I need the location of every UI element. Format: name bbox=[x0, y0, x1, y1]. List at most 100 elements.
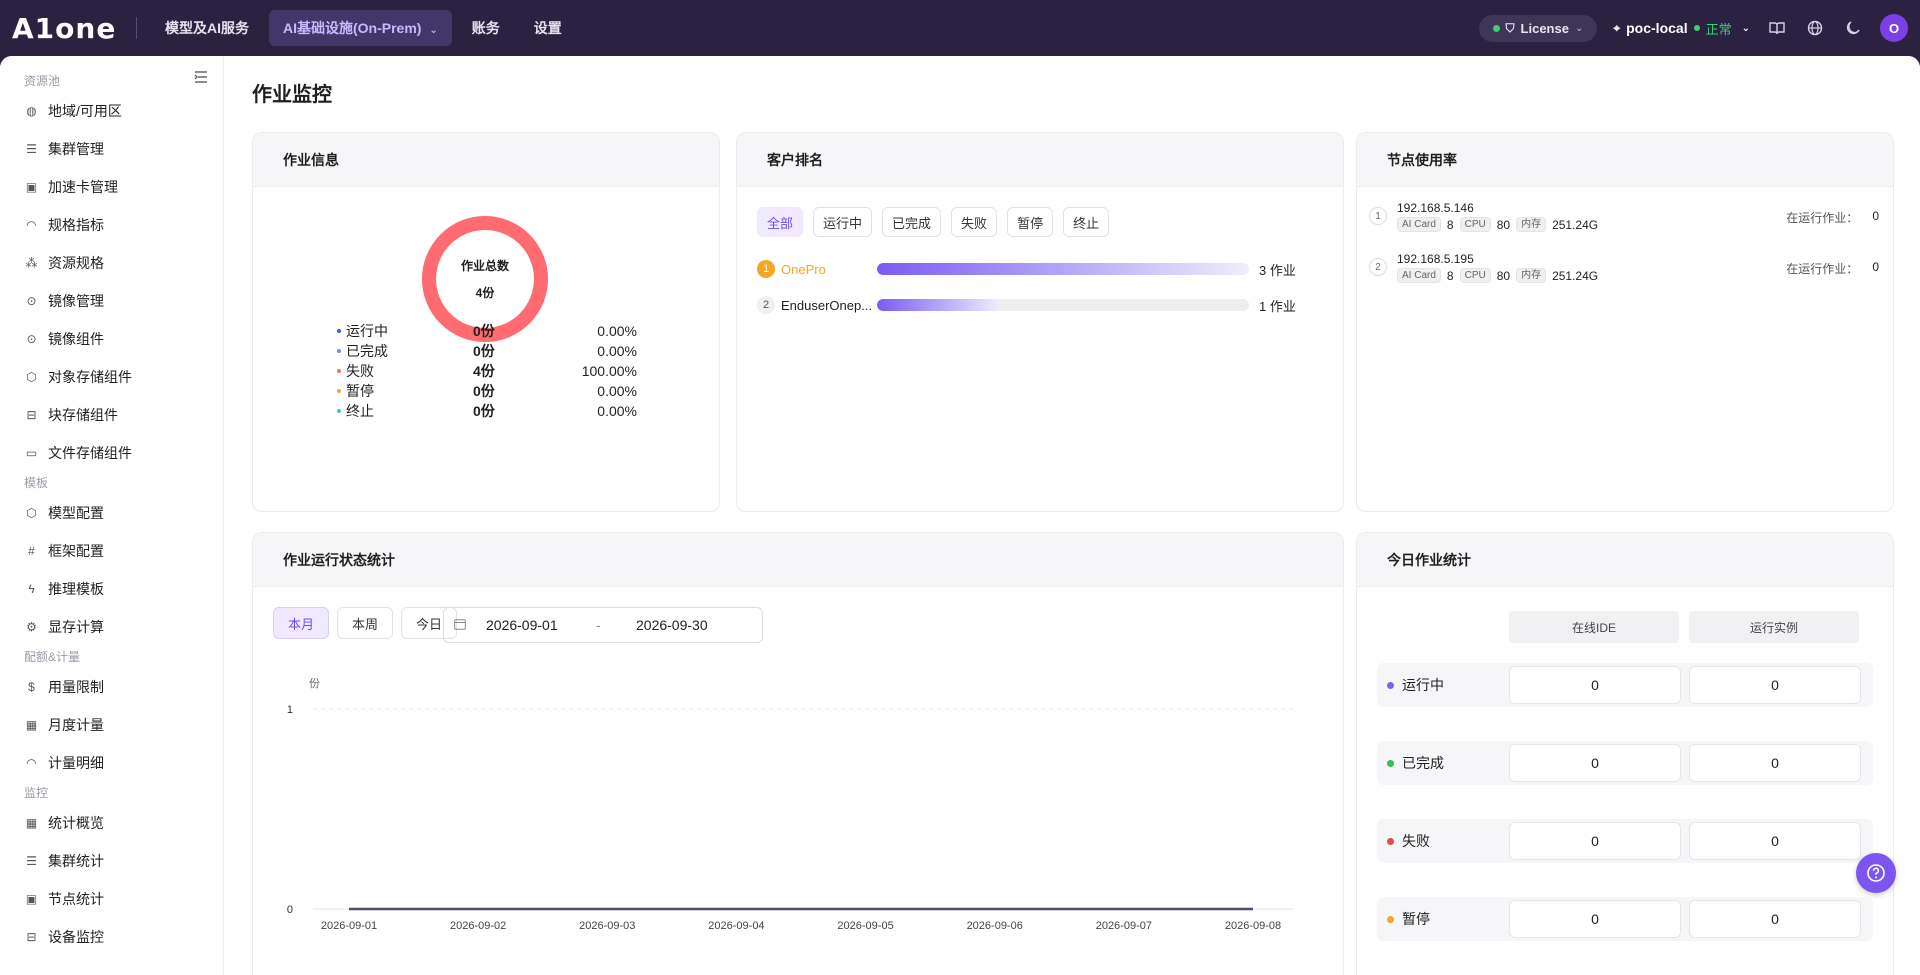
today-stats-card: 今日作业统计 在线IDE 运行实例 运行中 0 0 已完成 0 0 失败 0 0 暂停 0 0 bbox=[1356, 532, 1894, 975]
sidebar-item[interactable]: ⊟ 设备监控 bbox=[0, 918, 224, 956]
moon-icon[interactable] bbox=[1842, 17, 1864, 39]
total-jobs-label: 作业总数 bbox=[460, 259, 509, 273]
nav-billing[interactable]: 账务 bbox=[458, 10, 514, 46]
folder-icon: ▭ bbox=[25, 446, 38, 460]
license-button[interactable]: ⛉ License ⌄ bbox=[1478, 14, 1598, 42]
server-icon: ☰ bbox=[26, 142, 37, 156]
sidebar-item[interactable]: ⬡ 模型配置 bbox=[0, 494, 224, 532]
env-status-dot-icon bbox=[1693, 25, 1700, 31]
env-selector[interactable]: ⌖ poc-local 正常 ⌄ bbox=[1613, 19, 1750, 38]
online-ide-count: 0 bbox=[1509, 822, 1681, 860]
sidebar-item[interactable]: ▦ 统计概览 bbox=[0, 804, 224, 842]
chevron-down-icon: ⌄ bbox=[1741, 22, 1750, 34]
rank-row[interactable]: 2 EnduserOnep... 1 作业 bbox=[757, 294, 1297, 316]
rank-filter-button[interactable]: 暂停 bbox=[1007, 207, 1054, 237]
stat-name-label: 失败 bbox=[346, 363, 374, 379]
main-content: 作业监控 作业信息 作业总数 4份 运行中 0份 0.00% 已完成 0份 0.00% 失败… bbox=[224, 56, 1920, 975]
sidebar-item[interactable]: ▭ 文件存储组件 bbox=[0, 434, 224, 472]
sidebar-item-label: 节点统计 bbox=[48, 891, 104, 907]
date-end[interactable]: 2026-09-30 bbox=[636, 617, 746, 633]
stat-name: 运行中 bbox=[337, 321, 473, 341]
logo[interactable]: A1one bbox=[12, 12, 122, 45]
date-range-picker[interactable]: 2026-09-01 - 2026-09-30 bbox=[443, 607, 763, 643]
rank-filter-button[interactable]: 失败 bbox=[951, 207, 998, 237]
sidebar-item-label: 地域/可用区 bbox=[48, 103, 122, 119]
x-tick-label: 2026-09-04 bbox=[708, 920, 764, 932]
sidebar-item[interactable]: ☰ 集群管理 bbox=[0, 130, 224, 168]
calendar-icon bbox=[454, 618, 468, 633]
sidebar-item[interactable]: ◍ 地域/可用区 bbox=[0, 92, 224, 130]
help-button[interactable] bbox=[1856, 853, 1896, 893]
rank-row[interactable]: 1 OnePro 3 作业 bbox=[757, 258, 1297, 280]
sidebar-item[interactable]: ◠ 计量明细 bbox=[0, 744, 224, 782]
node-card-count: 8 bbox=[1446, 217, 1454, 232]
nav-model-ai[interactable]: 模型及AI服务 bbox=[151, 10, 263, 46]
sidebar-item[interactable]: ϟ 推理模板 bbox=[0, 570, 224, 608]
app-shell: 资源池 ◍ 地域/可用区 ☰ 集群管理 ▣ 加速卡管理 ◠ 规格指标 ⁂ 资源规格 ⊙ 镜像管理 ⊙ 镜像组… bbox=[0, 56, 1920, 975]
calendar-icon: ▦ bbox=[25, 718, 38, 732]
run-instance-count: 0 bbox=[1689, 822, 1861, 860]
x-tick-label: 2026-09-01 bbox=[321, 920, 377, 932]
node-row[interactable]: 2 192.168.5.195 AI Card 8 CPU 80 内存 251.24G 在运行作… bbox=[1369, 246, 1879, 290]
chevron-down-icon: ⌄ bbox=[1574, 22, 1584, 34]
sidebar-item[interactable]: # 框架配置 bbox=[0, 532, 224, 570]
rank-filter-button[interactable]: 终止 bbox=[1063, 207, 1110, 237]
range-button[interactable]: 本月 bbox=[273, 607, 330, 639]
sidebar-item[interactable]: ▦ 月度计量 bbox=[0, 706, 224, 744]
sidebar-item[interactable]: ⊙ 镜像管理 bbox=[0, 282, 224, 320]
rank-number: 1 bbox=[757, 260, 775, 278]
sidebar-item[interactable]: ⚙ 显存计算 bbox=[0, 608, 224, 646]
tag-cpu: CPU bbox=[1459, 217, 1491, 232]
running-label: 在运行作业： bbox=[1786, 211, 1859, 225]
sidebar-item-label: 规格指标 bbox=[48, 217, 104, 233]
sidebar-item[interactable]: ⊟ 块存储组件 bbox=[0, 396, 224, 434]
node-memory: 251.24G bbox=[1552, 268, 1599, 283]
status-dot-icon bbox=[1387, 759, 1394, 767]
y-tick-label: 1 bbox=[287, 704, 293, 716]
stat-name: 失败 bbox=[337, 361, 473, 381]
license-label: License bbox=[1520, 20, 1569, 36]
rank-filter-button[interactable]: 已完成 bbox=[882, 207, 942, 237]
book-icon[interactable] bbox=[1766, 17, 1788, 39]
nav-settings[interactable]: 设置 bbox=[520, 10, 576, 46]
total-jobs-value: 4份 bbox=[475, 286, 495, 300]
sidebar-item-label: 显存计算 bbox=[48, 619, 104, 635]
rank-filter-button[interactable]: 运行中 bbox=[813, 207, 873, 237]
tag-memory: 内存 bbox=[1516, 217, 1547, 232]
run-instance-count: 0 bbox=[1689, 666, 1861, 704]
today-stat-name: 已完成 bbox=[1387, 741, 1444, 785]
sidebar-item[interactable]: $ 用量限制 bbox=[0, 668, 224, 706]
globe-icon[interactable] bbox=[1804, 17, 1826, 39]
date-start[interactable]: 2026-09-01 bbox=[486, 617, 596, 633]
sidebar-item[interactable]: ◠ 规格指标 bbox=[0, 206, 224, 244]
sidebar-item[interactable]: ☰ 集群统计 bbox=[0, 842, 224, 880]
today-stat-row: 暂停 0 0 bbox=[1377, 897, 1873, 941]
sidebar-item[interactable]: ⁂ 资源规格 bbox=[0, 244, 224, 282]
node-memory: 251.24G bbox=[1552, 217, 1599, 232]
sidebar-item-label: 统计概览 bbox=[48, 815, 104, 831]
job-status-line-chart: 份 0 1 2026-09-01 2026-09-02 2026-09-03 2026-09… bbox=[287, 677, 1293, 932]
sidebar-group-title: 模板 bbox=[24, 476, 49, 490]
status-dot-icon bbox=[1387, 681, 1394, 689]
node-row[interactable]: 1 192.168.5.146 AI Card 8 CPU 80 内存 251.24G 在运行作… bbox=[1369, 195, 1879, 239]
node-spec: AI Card 8 CPU 80 内存 251.24G bbox=[1397, 268, 1598, 283]
stat-name-label: 已完成 bbox=[346, 343, 388, 359]
avatar[interactable]: O bbox=[1880, 14, 1908, 42]
sidebar-item[interactable]: ▣ 加速卡管理 bbox=[0, 168, 224, 206]
range-button[interactable]: 本周 bbox=[337, 607, 394, 639]
rank-bar-fill bbox=[877, 299, 1000, 311]
today-stat-row: 已完成 0 0 bbox=[1377, 741, 1873, 785]
card-title: 今日作业统计 bbox=[1357, 533, 1893, 587]
rank-filter-button[interactable]: 全部 bbox=[757, 207, 804, 237]
nav-ai-infra[interactable]: AI基础设施(On-Prem) ⌄ bbox=[269, 10, 452, 46]
sidebar-item[interactable]: ▣ 节点统计 bbox=[0, 880, 224, 918]
sidebar-item[interactable]: ⊙ 镜像组件 bbox=[0, 320, 224, 358]
node-cpu-count: 80 bbox=[1496, 268, 1511, 283]
env-status: 正常 bbox=[1705, 21, 1732, 37]
node-ip: 192.168.5.146 bbox=[1397, 201, 1474, 215]
card-title: 节点使用率 bbox=[1357, 133, 1893, 187]
sidebar-item[interactable]: ⬡ 对象存储组件 bbox=[0, 358, 224, 396]
chevron-down-icon: ⌄ bbox=[429, 25, 438, 36]
nav-ai-infra-label: AI基础设施(On-Prem) bbox=[283, 20, 422, 36]
drive-icon: ⊟ bbox=[26, 930, 37, 944]
